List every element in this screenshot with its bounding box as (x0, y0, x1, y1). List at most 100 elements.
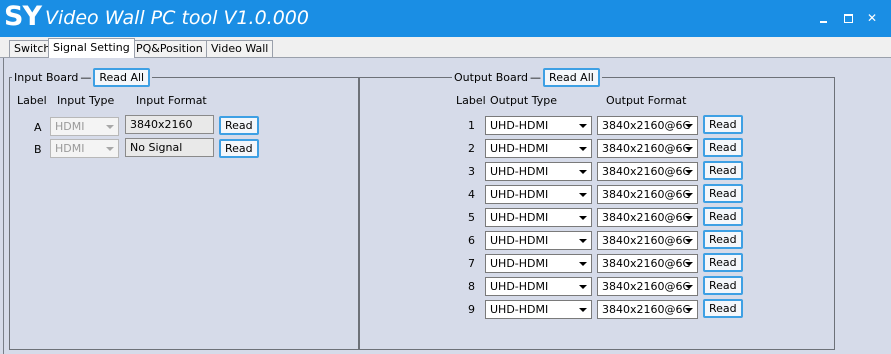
output-read-button[interactable]: Read (703, 230, 743, 249)
output-format-select[interactable]: 3840x2160@6C (597, 185, 698, 204)
output-format-value: 3840x2160@6C (602, 165, 691, 178)
output-format-value: 3840x2160@6C (602, 188, 691, 201)
chevron-down-icon (106, 147, 114, 151)
input-read-button[interactable]: Read (219, 139, 259, 158)
output-format-value: 3840x2160@6C (602, 119, 691, 132)
input-read-button[interactable]: Read (219, 116, 259, 135)
output-row-label: 7 (468, 257, 475, 270)
tab-pq-position[interactable]: PQ&Position (131, 40, 208, 58)
input-board-title: Input Board (14, 70, 79, 84)
chevron-down-icon (685, 285, 693, 289)
output-type-value: UHD-HDMI (490, 234, 549, 247)
input-type-value: HDMI (55, 120, 85, 133)
input-read-all-button[interactable]: Read All (93, 67, 151, 87)
output-format-select[interactable]: 3840x2160@6C (597, 139, 698, 158)
output-board-dash: — (530, 70, 542, 84)
output-row-label: 1 (468, 119, 475, 132)
input-type-select[interactable]: HDMI (50, 139, 119, 158)
input-header-type: Input Type (57, 94, 115, 107)
chevron-down-icon (685, 124, 693, 128)
chevron-down-icon (579, 147, 587, 151)
output-row-label: 9 (468, 303, 475, 316)
output-read-button[interactable]: Read (703, 115, 743, 134)
chevron-down-icon (579, 239, 587, 243)
output-format-value: 3840x2160@6C (602, 257, 691, 270)
chevron-down-icon (685, 193, 693, 197)
output-read-all-button[interactable]: Read All (543, 67, 600, 87)
output-format-value: 3840x2160@6C (602, 280, 691, 293)
output-type-value: UHD-HDMI (490, 211, 549, 224)
output-read-button[interactable]: Read (703, 161, 743, 180)
maximize-icon[interactable] (840, 10, 856, 26)
chevron-down-icon (579, 193, 587, 197)
chevron-down-icon (685, 147, 693, 151)
output-read-button[interactable]: Read (703, 276, 743, 295)
input-format-field: No Signal (125, 138, 214, 157)
output-format-value: 3840x2160@6C (602, 142, 691, 155)
input-format-field: 3840x2160 (125, 115, 214, 134)
input-board-dash: — (80, 70, 92, 84)
output-type-value: UHD-HDMI (490, 257, 549, 270)
input-header-label: Label (17, 94, 47, 107)
chevron-down-icon (579, 124, 587, 128)
output-type-select[interactable]: UHD-HDMI (485, 254, 592, 273)
output-format-select[interactable]: 3840x2160@6C (597, 231, 698, 250)
output-read-button[interactable]: Read (703, 184, 743, 203)
output-row-label: 8 (468, 280, 475, 293)
input-type-select[interactable]: HDMI (50, 117, 119, 136)
window-title: Video Wall PC tool V1.0.000 (45, 7, 309, 29)
output-read-button[interactable]: Read (703, 253, 743, 272)
output-read-button[interactable]: Read (703, 207, 743, 226)
title-bar: SY Video Wall PC tool V1.0.000 ✕ (0, 0, 891, 37)
output-type-value: UHD-HDMI (490, 142, 549, 155)
minimize-icon[interactable] (816, 10, 832, 26)
output-type-select[interactable]: UHD-HDMI (485, 277, 592, 296)
output-row-label: 4 (468, 188, 475, 201)
output-read-button[interactable]: Read (703, 138, 743, 157)
output-type-select[interactable]: UHD-HDMI (485, 162, 592, 181)
output-row-label: 2 (468, 142, 475, 155)
input-type-value: HDMI (55, 142, 85, 155)
output-format-value: 3840x2160@6C (602, 303, 691, 316)
output-header-type: Output Type (490, 94, 557, 107)
output-row-label: 5 (468, 211, 475, 224)
output-type-value: UHD-HDMI (490, 188, 549, 201)
output-format-select[interactable]: 3840x2160@6C (597, 116, 698, 135)
close-icon[interactable]: ✕ (864, 10, 880, 26)
chevron-down-icon (579, 216, 587, 220)
output-row-label: 3 (468, 165, 475, 178)
output-header-label: Label (456, 94, 486, 107)
output-format-value: 3840x2160@6C (602, 211, 691, 224)
output-format-select[interactable]: 3840x2160@6C (597, 300, 698, 319)
chevron-down-icon (685, 239, 693, 243)
output-read-button[interactable]: Read (703, 299, 743, 318)
input-board-header: Input Board — Read All (12, 66, 153, 88)
output-format-select[interactable]: 3840x2160@6C (597, 254, 698, 273)
input-row-label: B (34, 143, 42, 156)
output-type-value: UHD-HDMI (490, 119, 549, 132)
chevron-down-icon (106, 125, 114, 129)
output-header-format: Output Format (606, 94, 687, 107)
tab-strip: Switch Signal Setting PQ&Position Video … (0, 37, 891, 58)
output-format-select[interactable]: 3840x2160@6C (597, 277, 698, 296)
tab-signal-setting[interactable]: Signal Setting (48, 38, 135, 58)
app-logo: SY (4, 1, 42, 32)
output-format-value: 3840x2160@6C (602, 234, 691, 247)
output-board-title: Output Board (454, 70, 529, 84)
chevron-down-icon (685, 308, 693, 312)
output-type-select[interactable]: UHD-HDMI (485, 116, 592, 135)
output-type-select[interactable]: UHD-HDMI (485, 139, 592, 158)
output-type-value: UHD-HDMI (490, 280, 549, 293)
output-type-select[interactable]: UHD-HDMI (485, 300, 592, 319)
chevron-down-icon (579, 285, 587, 289)
output-type-select[interactable]: UHD-HDMI (485, 185, 592, 204)
chevron-down-icon (579, 170, 587, 174)
output-row-label: 6 (468, 234, 475, 247)
tab-video-wall[interactable]: Video Wall (206, 40, 274, 58)
output-type-select[interactable]: UHD-HDMI (485, 231, 592, 250)
chevron-down-icon (579, 308, 587, 312)
output-format-select[interactable]: 3840x2160@6C (597, 208, 698, 227)
output-type-value: UHD-HDMI (490, 303, 549, 316)
output-format-select[interactable]: 3840x2160@6C (597, 162, 698, 181)
output-type-select[interactable]: UHD-HDMI (485, 208, 592, 227)
